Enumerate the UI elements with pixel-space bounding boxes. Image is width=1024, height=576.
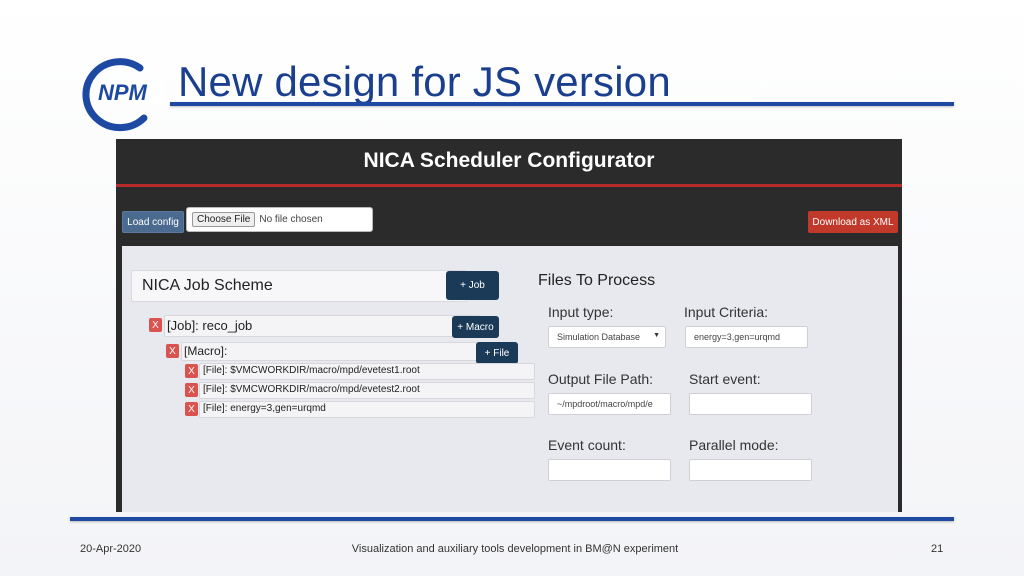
output-path-label: Output File Path: bbox=[548, 371, 654, 387]
file-row: [File]: $VMCWORKDIR/macro/mpd/evetest2.r… bbox=[199, 382, 535, 399]
choose-file-button[interactable]: Choose File bbox=[192, 212, 256, 227]
remove-macro-button[interactable]: X bbox=[166, 344, 179, 358]
input-type-label: Input type: bbox=[548, 304, 614, 320]
input-criteria-value: energy=3,gen=urqmd bbox=[694, 332, 781, 342]
start-event-field[interactable] bbox=[689, 393, 812, 415]
output-path-field[interactable]: ~/mpdroot/macro/mpd/e bbox=[548, 393, 671, 415]
start-event-label: Start event: bbox=[689, 371, 761, 387]
load-config-button[interactable]: Load config bbox=[122, 211, 184, 233]
title-underline bbox=[170, 102, 954, 106]
logo-text: NPM bbox=[98, 80, 148, 105]
file-label: [File]: $VMCWORKDIR/macro/mpd/evetest2.r… bbox=[203, 384, 420, 395]
parallel-mode-field[interactable] bbox=[689, 459, 812, 481]
app-header: NICA Scheduler Configurator bbox=[116, 139, 902, 187]
footer-caption: Visualization and auxiliary tools develo… bbox=[351, 543, 679, 555]
page-number: 21 bbox=[931, 543, 944, 555]
input-criteria-field[interactable]: energy=3,gen=urqmd bbox=[685, 326, 808, 348]
add-job-button[interactable]: + Job bbox=[446, 271, 499, 300]
macro-row: [Macro]: bbox=[181, 342, 497, 361]
job-scheme-title: NICA Job Scheme bbox=[142, 277, 273, 294]
app-toolbar: Load config Choose File No file chosen D… bbox=[116, 190, 902, 246]
job-scheme-header: NICA Job Scheme bbox=[131, 270, 467, 302]
remove-job-button[interactable]: X bbox=[149, 318, 162, 332]
parallel-mode-label: Parallel mode: bbox=[689, 437, 779, 453]
slide-title: New design for JS version bbox=[178, 58, 671, 105]
npm-logo: NPM bbox=[82, 58, 164, 132]
files-to-process-title: Files To Process bbox=[538, 272, 656, 289]
file-row: [File]: $VMCWORKDIR/macro/mpd/evetest1.r… bbox=[199, 363, 535, 380]
add-file-button[interactable]: + File bbox=[476, 342, 518, 364]
input-criteria-label: Input Criteria: bbox=[684, 304, 769, 320]
file-label: [File]: $VMCWORKDIR/macro/mpd/evetest1.r… bbox=[203, 365, 420, 376]
file-row: [File]: energy=3,gen=urqmd bbox=[199, 401, 535, 418]
event-count-field[interactable] bbox=[548, 459, 671, 481]
event-count-label: Event count: bbox=[548, 437, 626, 453]
remove-file-button-2[interactable]: X bbox=[185, 383, 198, 397]
job-row: [Job]: reco_job bbox=[164, 315, 480, 337]
remove-file-button-1[interactable]: X bbox=[185, 364, 198, 378]
file-label: [File]: energy=3,gen=urqmd bbox=[203, 403, 326, 414]
app-content: NICA Job Scheme + Job X [Job]: reco_job … bbox=[122, 246, 898, 512]
file-status-text: No file chosen bbox=[259, 214, 323, 225]
app-title: NICA Scheduler Configurator bbox=[363, 149, 655, 172]
input-type-select[interactable]: Simulation Database ▼ bbox=[548, 326, 666, 348]
input-type-value: Simulation Database bbox=[557, 332, 641, 342]
chevron-down-icon: ▼ bbox=[653, 332, 660, 339]
job-label: [Job]: reco_job bbox=[167, 318, 253, 333]
footer-rule bbox=[70, 517, 954, 521]
add-macro-button[interactable]: + Macro bbox=[452, 316, 499, 338]
macro-label: [Macro]: bbox=[184, 344, 228, 358]
remove-file-button-3[interactable]: X bbox=[185, 402, 198, 416]
config-file-input[interactable]: Choose File No file chosen bbox=[186, 207, 373, 232]
output-path-value: ~/mpdroot/macro/mpd/e bbox=[557, 399, 653, 409]
scheduler-app-screenshot: NICA Scheduler Configurator Load config … bbox=[116, 139, 902, 512]
download-xml-button[interactable]: Download as XML bbox=[808, 211, 898, 233]
